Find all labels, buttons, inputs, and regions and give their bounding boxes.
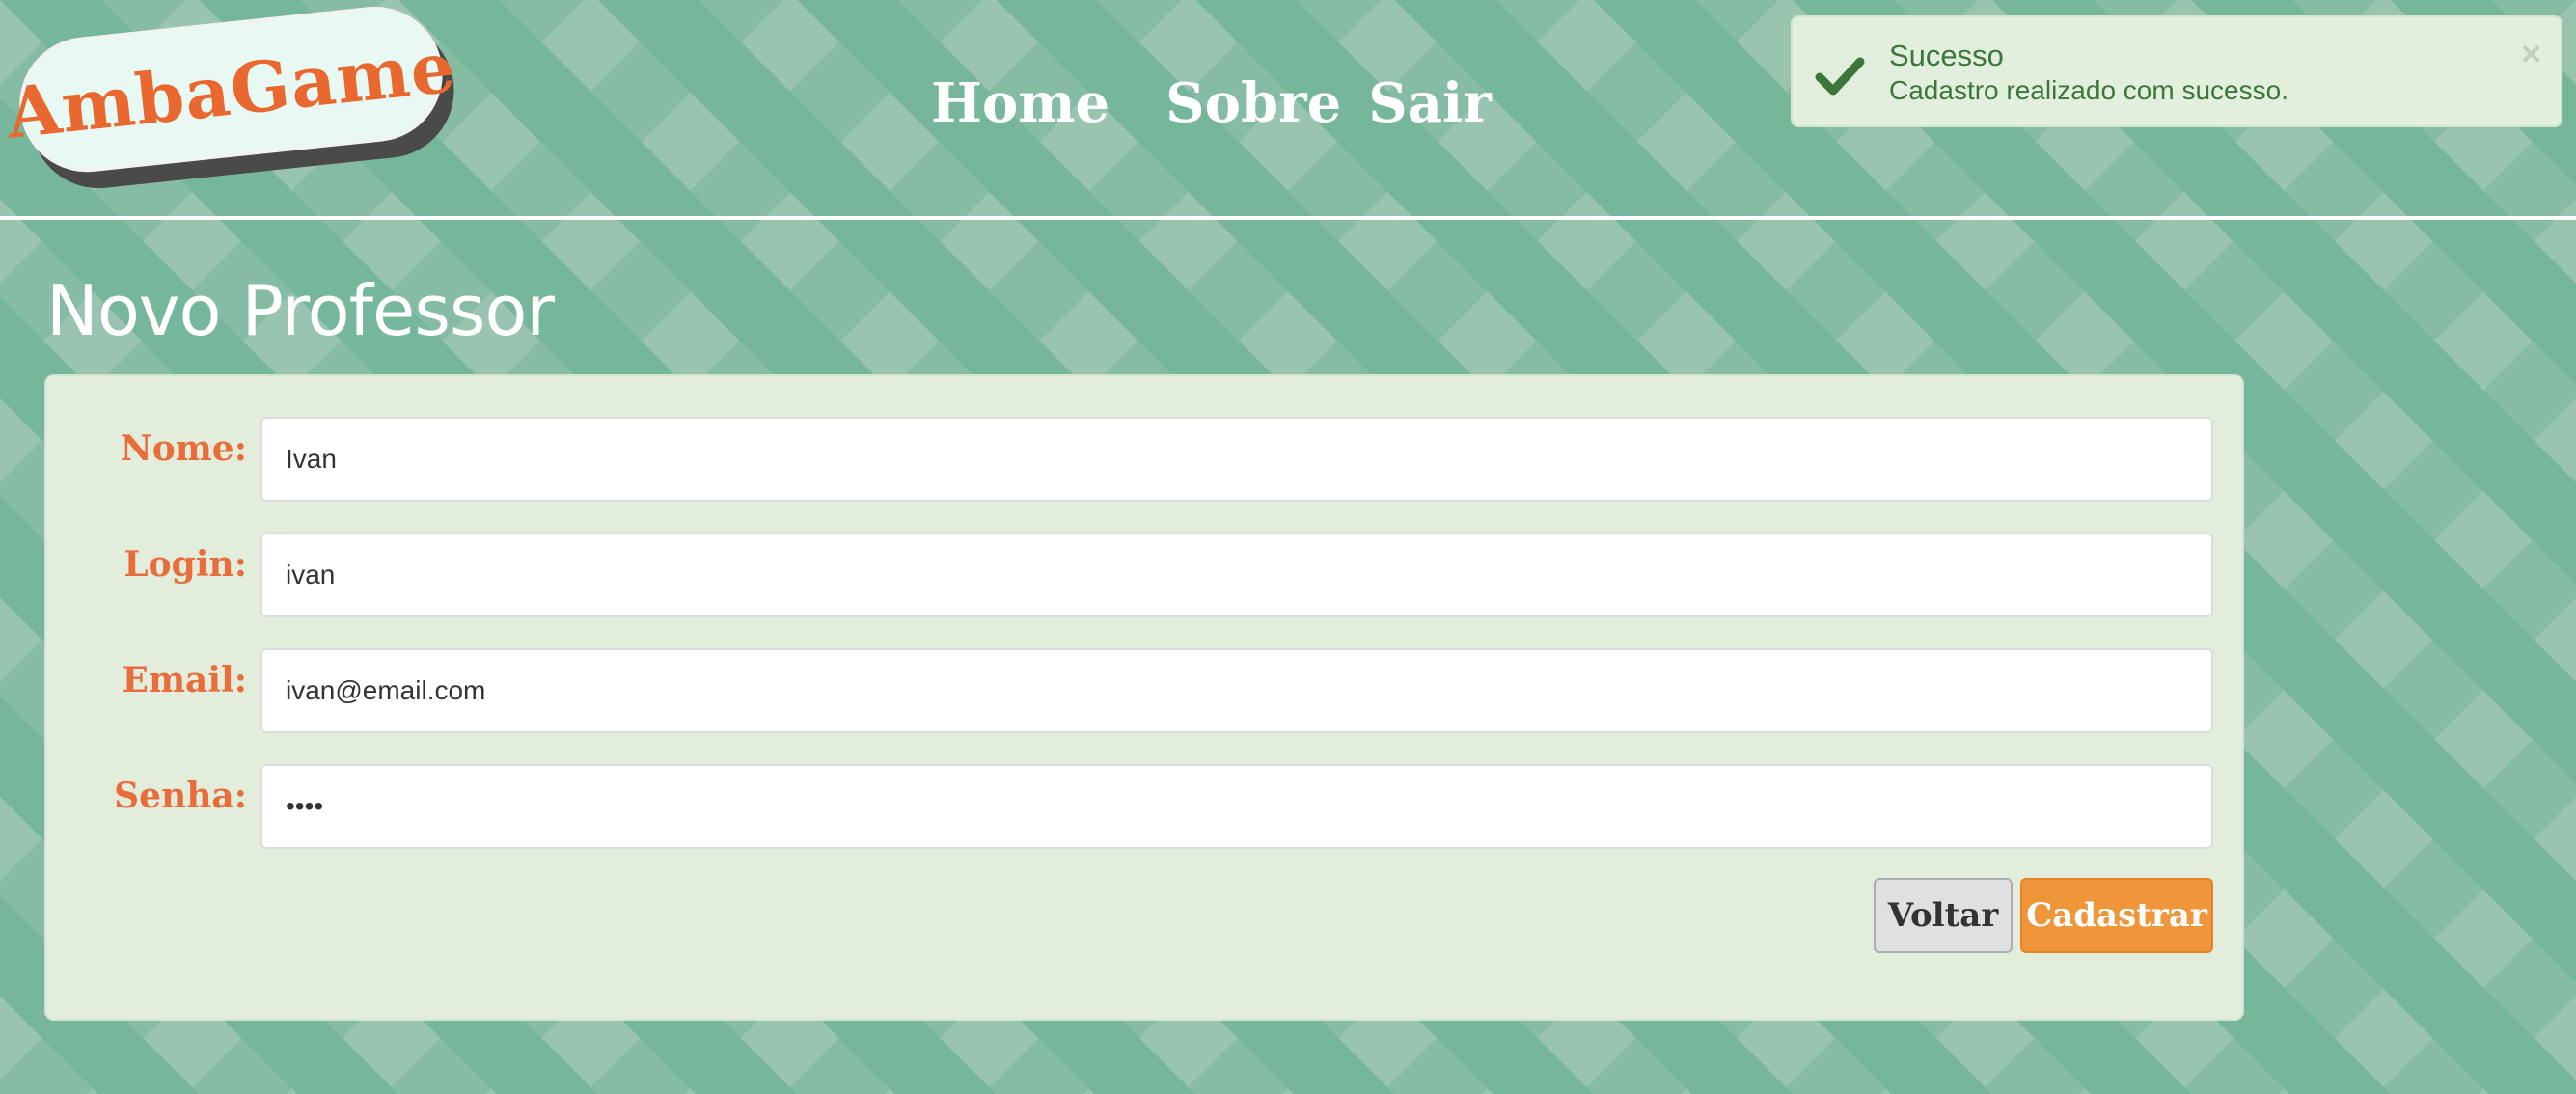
login-label: Login:	[123, 544, 247, 585]
page-title: Novo Professor	[46, 270, 555, 351]
nav-sair[interactable]: Sair	[1368, 69, 1492, 137]
form-row-nome: Nome:	[46, 417, 2246, 502]
form-row-senha: Senha:	[46, 764, 2246, 849]
logo-text: AmbaGame	[2, 24, 460, 154]
nome-field[interactable]	[260, 417, 2213, 502]
logo[interactable]: AmbaGame	[3, 0, 461, 196]
cadastrar-button[interactable]: Cadastrar	[2020, 878, 2213, 953]
senha-label: Senha:	[114, 776, 247, 816]
toast-message: Cadastro realizado com sucesso.	[1889, 75, 2288, 105]
main-nav: Home Sobre Sair	[931, 69, 1492, 137]
email-label: Email:	[122, 660, 248, 700]
senha-field[interactable]	[260, 764, 2213, 849]
toast-title: Sucesso	[1889, 39, 2004, 72]
nav-home[interactable]: Home	[931, 69, 1110, 137]
form-panel: Nome: Login: Email: Senha: Voltar Cadast…	[44, 374, 2244, 1021]
success-toast: Sucesso Cadastro realizado com sucesso. …	[1791, 15, 2562, 127]
form-row-login: Login:	[46, 533, 2246, 617]
check-icon	[1814, 50, 1866, 102]
form-row-email: Email:	[46, 648, 2246, 733]
email-field[interactable]	[260, 648, 2213, 733]
nome-label: Nome:	[120, 428, 247, 469]
close-icon[interactable]: ×	[2521, 37, 2541, 71]
login-field[interactable]	[260, 533, 2213, 617]
voltar-button[interactable]: Voltar	[1874, 878, 2013, 953]
nav-sobre[interactable]: Sobre	[1165, 69, 1341, 137]
